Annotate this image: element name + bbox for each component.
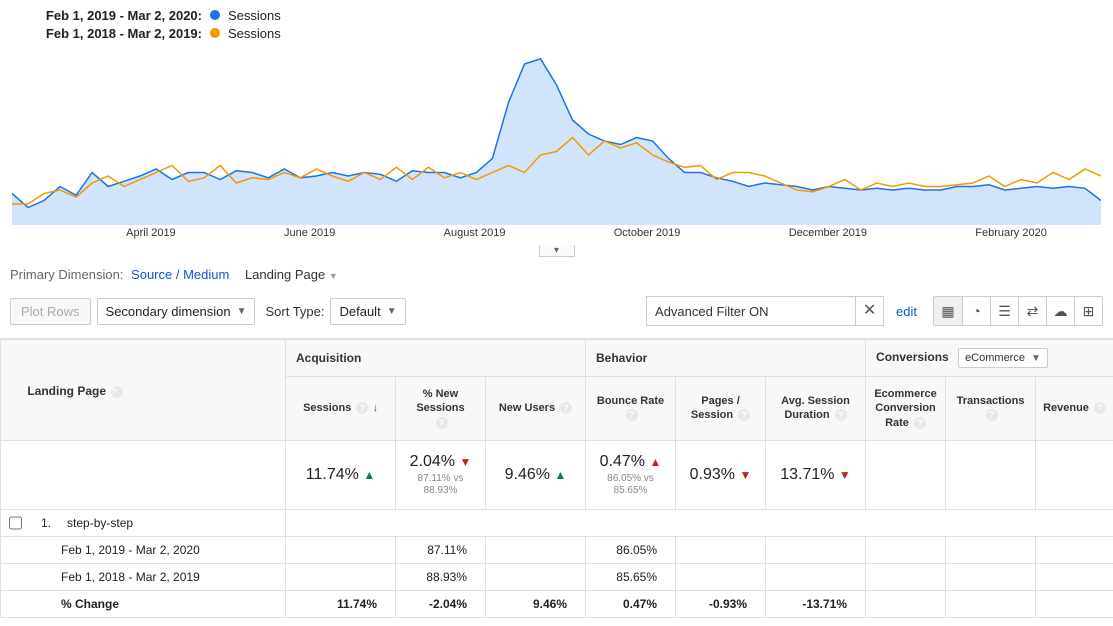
table-toolbar: Plot Rows Secondary dimension▼ Sort Type… — [0, 290, 1113, 339]
legend-dot-previous — [210, 28, 220, 38]
primary-dimension-bar: Primary Dimension: Source / Medium Landi… — [0, 257, 1113, 290]
row-checkbox[interactable] — [9, 516, 22, 529]
col-landing-page[interactable]: Landing Page ? — [1, 340, 286, 441]
table-row-range1: Feb 1, 2019 - Mar 2, 2020 87.11% 86.05% — [1, 536, 1113, 563]
legend-metric-previous: Sessions — [228, 26, 281, 41]
table-row[interactable]: 1.step-by-step — [1, 509, 1113, 536]
chart-x-axis: April 2019 June 2019 August 2019 October… — [12, 227, 1101, 239]
legend-dot-current — [210, 10, 220, 20]
comparison-view-icon[interactable]: ⇄ — [1018, 297, 1046, 325]
edit-filter-link[interactable]: edit — [896, 304, 917, 319]
pivot-view-icon[interactable]: ⊞ — [1074, 297, 1102, 325]
clear-filter-icon[interactable]: ✕ — [855, 297, 883, 325]
secondary-dimension-select[interactable]: Secondary dimension▼ — [97, 298, 256, 325]
col-revenue[interactable]: Revenue ? — [1036, 377, 1113, 441]
bar-view-icon[interactable]: ☰ — [990, 297, 1018, 325]
col-trans[interactable]: Transactions? — [946, 377, 1036, 441]
table-row-pct-change: % Change 11.74% -2.04% 9.46% 0.47% -0.93… — [1, 590, 1113, 617]
group-acquisition: Acquisition — [286, 340, 586, 377]
group-conversions: Conversions eCommerce ▼ — [866, 340, 1113, 377]
col-sessions[interactable]: Sessions ?↓ — [286, 377, 396, 441]
table-row-range2: Feb 1, 2018 - Mar 2, 2019 88.93% 85.65% — [1, 563, 1113, 590]
term-cloud-icon[interactable]: ☁ — [1046, 297, 1074, 325]
dim-landing-page[interactable]: Landing Page ▼ — [245, 267, 338, 282]
col-pps[interactable]: Pages / Session ? — [676, 377, 766, 441]
sort-type-select[interactable]: Default▼ — [330, 298, 405, 325]
report-table: Landing Page ? Acquisition Behavior Conv… — [0, 339, 1113, 618]
col-new-users[interactable]: New Users ? — [486, 377, 586, 441]
summary-row: 11.74% ▲ 2.04% ▼87.11% vs 88.93% 9.46% ▲… — [1, 440, 1113, 509]
pie-view-icon[interactable]: ◔ — [962, 297, 990, 325]
col-ecr[interactable]: Ecommerce Conversion Rate ? — [866, 377, 946, 441]
col-bounce[interactable]: Bounce Rate? — [586, 377, 676, 441]
conversions-select[interactable]: eCommerce ▼ — [958, 348, 1048, 368]
advanced-filter-box[interactable]: Advanced Filter ON ✕ — [646, 296, 884, 326]
col-duration[interactable]: Avg. Session Duration ? — [766, 377, 866, 441]
plot-rows-button: Plot Rows — [10, 298, 91, 325]
sessions-chart[interactable]: April 2019 June 2019 August 2019 October… — [0, 42, 1113, 257]
chart-collapse-handle[interactable]: ▾ — [539, 245, 575, 257]
dim-source-medium[interactable]: Source / Medium — [131, 267, 229, 282]
legend-range-current: Feb 1, 2019 - Mar 2, 2020: — [30, 8, 210, 23]
legend-range-previous: Feb 1, 2018 - Mar 2, 2019: — [30, 26, 210, 41]
group-behavior: Behavior — [586, 340, 866, 377]
chart-legend: Feb 1, 2019 - Mar 2, 2020: Sessions Feb … — [0, 0, 1113, 42]
col-pct-new[interactable]: % New Sessions? — [396, 377, 486, 441]
view-mode-icons: ▦ ◔ ☰ ⇄ ☁ ⊞ — [933, 296, 1103, 326]
legend-metric-current: Sessions — [228, 8, 281, 23]
table-view-icon[interactable]: ▦ — [934, 297, 962, 325]
